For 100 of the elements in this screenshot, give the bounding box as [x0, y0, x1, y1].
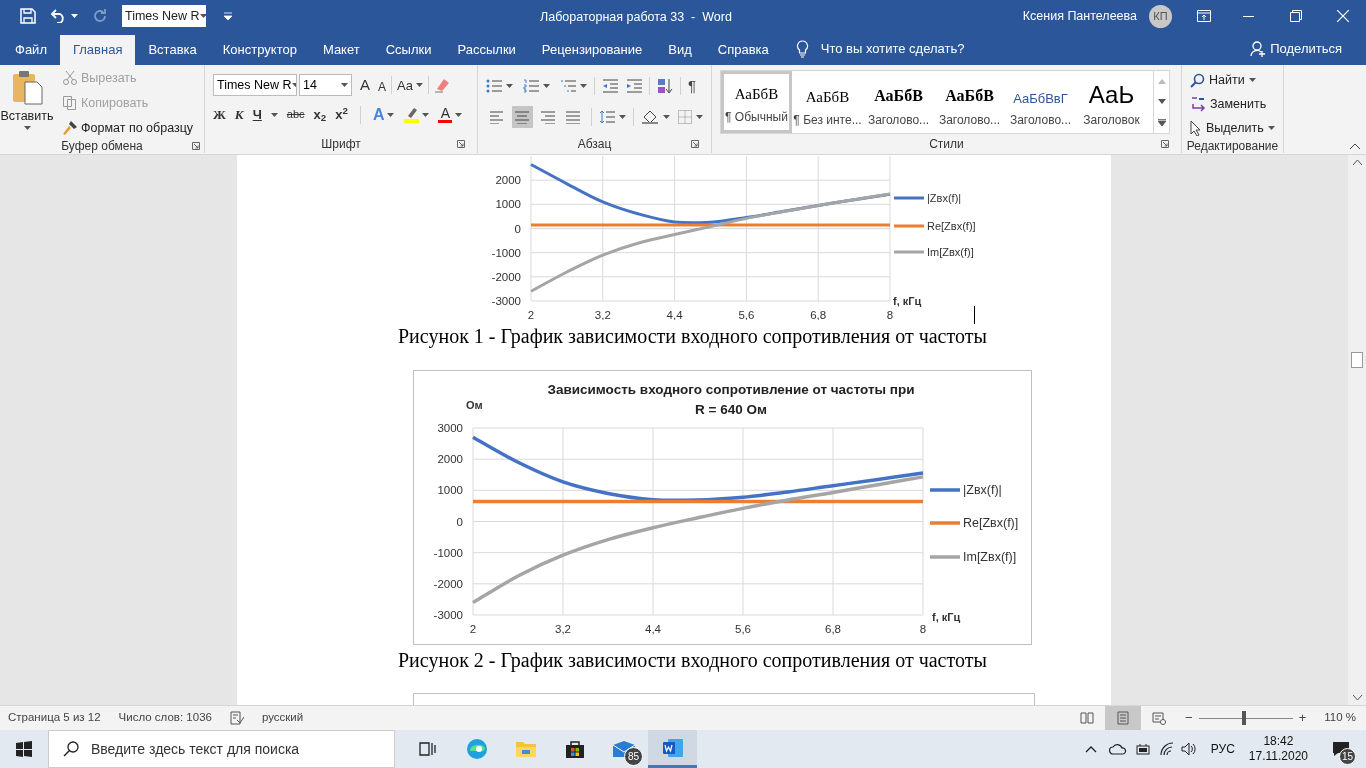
format-button[interactable]: Ж [213, 104, 226, 125]
style-item[interactable]: АаБбВ Заголово... [863, 71, 934, 133]
show-hidden-icons-icon[interactable] [1084, 745, 1097, 753]
scroll-up-icon[interactable] [1352, 160, 1362, 165]
collapse-ribbon-icon[interactable] [1350, 143, 1360, 149]
dialog-launcher-icon[interactable] [192, 142, 200, 151]
avatar[interactable]: КП [1149, 4, 1172, 28]
align-icon [565, 109, 582, 124]
style-item[interactable]: АаБбВ ¶ Без инте... [792, 71, 863, 133]
ribbon-tab[interactable]: Конструктор [209, 35, 310, 65]
highlighter-icon[interactable] [403, 106, 420, 123]
editing-command[interactable]: Заменить [1190, 94, 1275, 114]
style-item[interactable]: АаЬ Заголовок [1076, 71, 1147, 133]
editing-command[interactable]: Выделить [1190, 118, 1275, 138]
format-button[interactable]: Ч [252, 104, 262, 125]
format-button[interactable]: abc [286, 106, 305, 123]
style-item[interactable]: АаБбВ ¶ Обычный [721, 71, 792, 133]
scroll-down-icon[interactable] [1157, 98, 1166, 104]
sort-icon[interactable] [657, 78, 673, 95]
ribbon-tab[interactable]: Рецензирование [528, 35, 656, 65]
shrink-font-button[interactable]: A [378, 77, 387, 96]
ribbon-display-icon[interactable] [1197, 10, 1211, 22]
axis-title: f, кГц [932, 611, 961, 623]
copy-icon [62, 95, 78, 112]
caret-icon [619, 114, 627, 119]
font-name-field[interactable]: Times New R [213, 74, 297, 97]
caret-icon [455, 112, 463, 117]
share-button[interactable]: Поделиться [1270, 38, 1342, 59]
input-language[interactable]: РУС [1210, 740, 1235, 758]
task-view-icon[interactable] [418, 741, 437, 757]
scroll-down-icon[interactable] [1352, 695, 1362, 700]
tell-me-field[interactable]: Что вы хотите сделать? [820, 38, 965, 59]
ribbon-tab[interactable]: Файл [2, 35, 60, 65]
y-tick-label: -1000 [491, 246, 521, 259]
line-spacing-icon[interactable] [599, 109, 616, 124]
wifi-icon[interactable] [1158, 742, 1175, 756]
document-app-icon[interactable] [661, 737, 684, 758]
language-indicator[interactable]: русский [261, 709, 304, 727]
format-button[interactable]: К [234, 104, 244, 125]
ribbon-tab[interactable]: Справка [704, 35, 782, 65]
paste-button[interactable]: Вставить [0, 69, 54, 138]
user-name: Ксения Пантелеева [1022, 7, 1137, 25]
ribbon-tab[interactable]: Макет [309, 35, 373, 65]
proofing-icon[interactable] [229, 711, 244, 725]
y-tick-label: 1000 [437, 484, 463, 497]
style-item[interactable]: АаБбВ Заголово... [934, 71, 1005, 133]
battery-icon[interactable] [1134, 742, 1151, 756]
speaker-icon[interactable] [1180, 742, 1197, 756]
increase-indent-icon[interactable] [626, 79, 642, 94]
legend-label: |Zвх(f)| [963, 483, 1002, 497]
cloud-icon[interactable] [1108, 743, 1127, 755]
clock[interactable]: 18:42 17.11.2020 [1248, 734, 1308, 764]
font-color-button[interactable]: A [438, 106, 453, 123]
font-name-field[interactable]: Times New R [122, 5, 206, 27]
zoom-level[interactable]: 110 % [1324, 709, 1356, 727]
customize-icon[interactable] [224, 12, 232, 20]
editing-command[interactable]: Найти [1190, 71, 1275, 90]
share-person-icon[interactable] [1250, 40, 1267, 57]
grow-font-button[interactable]: A [360, 74, 370, 97]
gallery-more-icon[interactable] [1157, 118, 1166, 126]
legend-swatch [894, 224, 924, 228]
shopping-bag-icon[interactable] [564, 739, 585, 759]
ribbon-tab[interactable]: Вид [655, 35, 705, 65]
save-icon[interactable] [20, 8, 36, 24]
ribbon-tab[interactable]: Рассылки [444, 35, 529, 65]
style-item[interactable]: АаБбВвГ Заголово... [1005, 71, 1076, 133]
taskbar-search-field[interactable]: Введите здесь текст для поиска [48, 730, 395, 768]
zoom-out-button[interactable]: − [1185, 708, 1193, 728]
browser-icon[interactable] [465, 738, 488, 760]
change-case-button[interactable]: Aa [397, 75, 413, 95]
font-size-field[interactable]: 14 [299, 74, 352, 97]
ribbon-tab[interactable]: Главная [59, 35, 136, 65]
ribbon-tab[interactable]: Вставка [135, 35, 210, 65]
folder-icon[interactable] [514, 740, 537, 758]
decrease-indent-icon[interactable] [602, 79, 618, 94]
dialog-launcher-icon[interactable] [691, 140, 699, 148]
legend-label: Re[Zвх(f)] [963, 516, 1019, 530]
redo-icon[interactable] [92, 8, 108, 24]
show-marks-button[interactable]: ¶ [688, 75, 697, 98]
restore-icon[interactable] [1290, 10, 1302, 22]
close-icon[interactable] [1337, 10, 1349, 22]
view-mode-button[interactable] [1105, 706, 1142, 730]
bullet-list-icon[interactable] [486, 79, 502, 94]
align-button[interactable] [511, 105, 534, 128]
zoom-slider[interactable] [1198, 713, 1293, 723]
shading-icon[interactable] [641, 108, 660, 125]
clipboard-command[interactable]: Формат по образцу [62, 118, 194, 138]
format-button[interactable]: x$_{2}$ [313, 104, 327, 125]
undo-icon[interactable] [50, 9, 67, 23]
multilevel-list-icon[interactable] [560, 79, 576, 94]
dialog-launcher-icon[interactable] [1161, 140, 1169, 148]
start-icon[interactable] [16, 741, 32, 757]
dialog-launcher-icon[interactable] [457, 140, 465, 148]
scrollbar-thumb[interactable] [1351, 352, 1363, 368]
ribbon-tab[interactable]: Ссылки [372, 35, 445, 65]
legend-swatch [930, 555, 960, 559]
zoom-slider-thumb[interactable] [1241, 711, 1246, 725]
zoom-in-button[interactable]: + [1298, 708, 1307, 728]
lightbulb-icon[interactable] [795, 39, 809, 58]
format-button[interactable]: x$^{2}$ [335, 104, 348, 125]
